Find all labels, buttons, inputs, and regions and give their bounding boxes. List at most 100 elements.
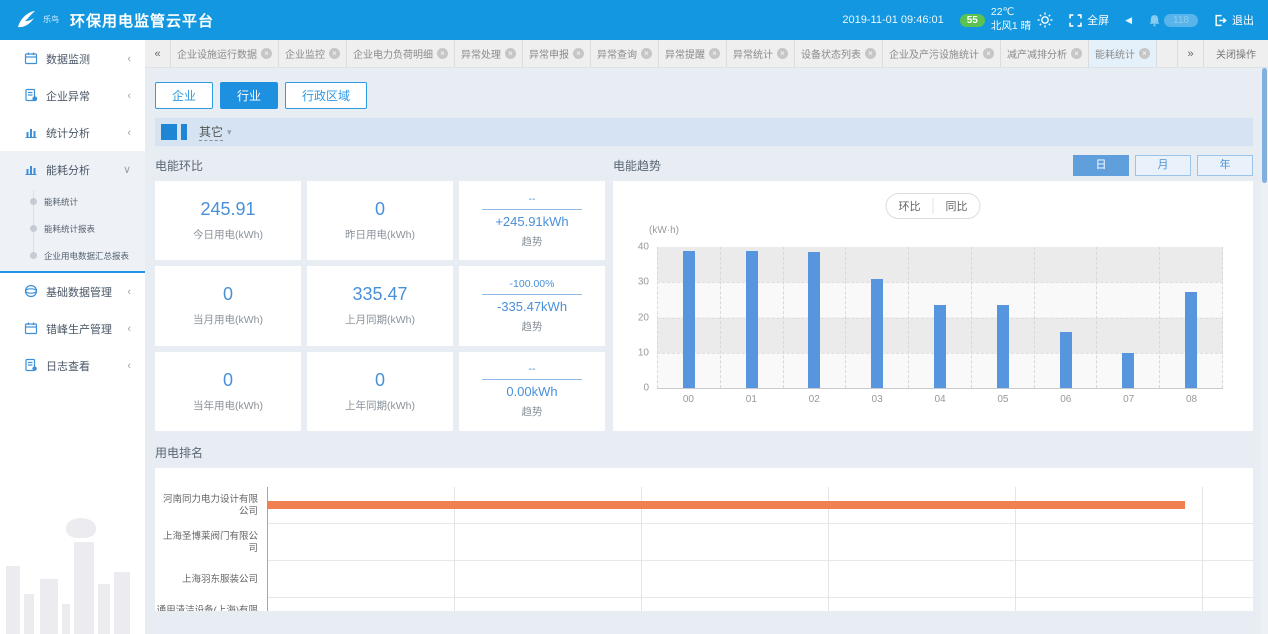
sidebar-subitem-energy-stats-report[interactable]: 能耗统计报表 xyxy=(0,215,145,242)
section-title-energy-trend: 电能趋势 xyxy=(613,157,661,174)
chevron-right-icon: ‹ xyxy=(127,360,131,372)
close-icon[interactable]: × xyxy=(329,48,340,59)
ranking-row: 上海圣博莱阀门有限公司 xyxy=(155,524,1253,561)
bullet-dot-icon xyxy=(30,198,37,205)
bar-08 xyxy=(1185,292,1197,388)
close-operations-menu[interactable]: 关闭操作 xyxy=(1203,40,1268,67)
tab-enterprise-facility-data[interactable]: 企业设施运行数据× xyxy=(171,40,279,67)
close-icon[interactable]: × xyxy=(777,48,788,59)
sun-icon xyxy=(1037,12,1053,28)
collapse-arrow-icon[interactable]: ◀ xyxy=(1125,15,1132,26)
view-region-button[interactable]: 行政区域 xyxy=(285,82,367,109)
tab-abnormal-handling[interactable]: 异常处理× xyxy=(455,40,523,67)
weather-widget: 55 22℃ 北风1 晴 xyxy=(960,6,1053,33)
document-alert-icon xyxy=(24,88,38,102)
period-switcher: 日 月 年 xyxy=(1073,155,1253,176)
tab-reduction-analysis[interactable]: 减产减排分析× xyxy=(1001,40,1089,67)
view-industry-button[interactable]: 行业 xyxy=(220,82,278,109)
tab-energy-stats[interactable]: 能耗统计× xyxy=(1089,40,1157,67)
sidebar-item-energy-analysis[interactable]: 能耗分析 ∨ xyxy=(0,151,145,188)
bullet-dot-icon xyxy=(30,225,37,232)
notifications[interactable]: 118 xyxy=(1148,14,1198,27)
fullscreen-button[interactable]: 全屏 xyxy=(1069,12,1109,28)
sidebar-item-label: 基础数据管理 xyxy=(46,284,112,300)
tab-abnormal-stats[interactable]: 异常统计× xyxy=(727,40,795,67)
tab-device-status-list[interactable]: 设备状态列表× xyxy=(795,40,883,67)
tab-abnormal-query[interactable]: 异常查询× xyxy=(591,40,659,67)
bar-02 xyxy=(808,252,820,388)
close-icon[interactable]: × xyxy=(261,48,272,59)
close-icon[interactable]: × xyxy=(641,48,652,59)
stat-card-month-usage: 0 当月用电(kWh) xyxy=(155,266,301,345)
tab-enterprise-monitoring[interactable]: 企业监控× xyxy=(279,40,347,67)
chevron-right-icon: ‹ xyxy=(127,53,131,65)
tab-bar: « 企业设施运行数据× 企业监控× 企业电力负荷明细× 异常处理× 异常申报× … xyxy=(145,40,1268,68)
close-icon[interactable]: × xyxy=(1071,48,1082,59)
plot-area: 40 30 20 10 0 xyxy=(657,247,1223,389)
period-year-button[interactable]: 年 xyxy=(1197,155,1253,176)
sidebar-item-label: 能耗分析 xyxy=(46,162,90,178)
y-tick: 10 xyxy=(638,347,649,358)
sidebar-subitem-enterprise-power-summary-report[interactable]: 企业用电数据汇总报表 xyxy=(0,242,145,269)
bell-icon xyxy=(1148,14,1161,27)
chevron-down-icon: ∨ xyxy=(123,163,131,176)
stat-card-year-trend: -- 0.00kWh 趋势 xyxy=(459,352,605,431)
logout-button[interactable]: 退出 xyxy=(1214,12,1254,28)
temperature: 22℃ xyxy=(991,6,1014,18)
legend-ring-ratio[interactable]: 环比 xyxy=(887,198,933,214)
datetime: 2019-11-01 09:46:01 xyxy=(842,14,943,26)
close-icon[interactable]: × xyxy=(983,48,994,59)
sidebar-item-label: 数据监测 xyxy=(46,51,90,67)
sidebar-item-data-monitoring[interactable]: 数据监测 ‹ xyxy=(0,40,145,77)
close-icon[interactable]: × xyxy=(1139,48,1150,59)
tab-enterprise-pollution-stats[interactable]: 企业及产污设施统计× xyxy=(883,40,1001,67)
view-enterprise-button[interactable]: 企业 xyxy=(155,82,213,109)
sidebar-item-log-view[interactable]: 日志查看 ‹ xyxy=(0,347,145,384)
stat-card-day-trend: -- +245.91kWh 趋势 xyxy=(459,181,605,260)
close-icon[interactable]: × xyxy=(865,48,876,59)
close-icon[interactable]: × xyxy=(709,48,720,59)
sidebar-item-label: 企业异常 xyxy=(46,88,90,104)
bar-00 xyxy=(683,251,695,388)
close-icon[interactable]: × xyxy=(437,48,448,59)
notification-count-badge: 118 xyxy=(1164,14,1198,27)
tab-abnormal-declare[interactable]: 异常申报× xyxy=(523,40,591,67)
industry-filter-dropdown[interactable]: 其它 xyxy=(199,123,223,141)
industry-filter-bar: 其它 ▾ xyxy=(155,118,1253,146)
close-icon[interactable]: × xyxy=(573,48,584,59)
section-title-energy-comparison: 电能环比 xyxy=(155,157,203,174)
logo-bird-icon xyxy=(14,8,38,32)
period-day-button[interactable]: 日 xyxy=(1073,155,1129,176)
city-skyline-decoration xyxy=(0,524,145,634)
sidebar-item-statistical-analysis[interactable]: 统计分析 ‹ xyxy=(0,114,145,151)
main-content: 企业 行业 行政区域 其它 ▾ 电能环比 245.91 今日用电(kWh) xyxy=(145,68,1268,634)
bar-05 xyxy=(997,305,1009,388)
sidebar-item-label: 日志查看 xyxy=(46,358,90,374)
bullet-dot-icon xyxy=(30,252,37,259)
period-month-button[interactable]: 月 xyxy=(1135,155,1191,176)
logout-icon xyxy=(1214,14,1227,27)
scrollbar-thumb[interactable] xyxy=(1262,68,1267,183)
ranking-row: 河南同力电力设计有限公司 xyxy=(155,487,1253,524)
calendar-icon xyxy=(24,51,38,65)
tab-power-load-detail[interactable]: 企业电力负荷明细× xyxy=(347,40,455,67)
sidebar-item-basic-data-mgmt[interactable]: 基础数据管理 ‹ xyxy=(0,273,145,310)
brand: 乐鸟 环保用电监管云平台 xyxy=(14,8,214,32)
tabs-scroll-left-icon[interactable]: « xyxy=(145,40,171,67)
power-ranking-chart: 河南同力电力设计有限公司 上海圣博莱阀门有限公司 上海羽东服装公司 通用清洁设备… xyxy=(155,468,1253,611)
bar-chart-icon xyxy=(24,125,38,139)
sidebar-item-enterprise-abnormal[interactable]: 企业异常 ‹ xyxy=(0,77,145,114)
vertical-scrollbar[interactable] xyxy=(1261,68,1268,634)
legend-year-ratio[interactable]: 同比 xyxy=(933,198,980,214)
sidebar-subitem-energy-stats[interactable]: 能耗统计 xyxy=(0,188,145,215)
tabs-scroll-right-icon[interactable]: » xyxy=(1177,40,1203,67)
caret-down-icon: ▾ xyxy=(227,127,232,138)
close-icon[interactable]: × xyxy=(505,48,516,59)
bar-07 xyxy=(1122,353,1134,388)
calendar-icon xyxy=(24,321,38,335)
logo-text: 乐鸟 xyxy=(43,16,65,25)
temperature-wind: 22℃ 北风1 晴 xyxy=(991,6,1031,33)
sidebar-item-offpeak-production-mgmt[interactable]: 错峰生产管理 ‹ xyxy=(0,310,145,347)
tab-abnormal-remind[interactable]: 异常提醒× xyxy=(659,40,727,67)
view-switcher: 企业 行业 行政区域 xyxy=(155,82,1253,109)
